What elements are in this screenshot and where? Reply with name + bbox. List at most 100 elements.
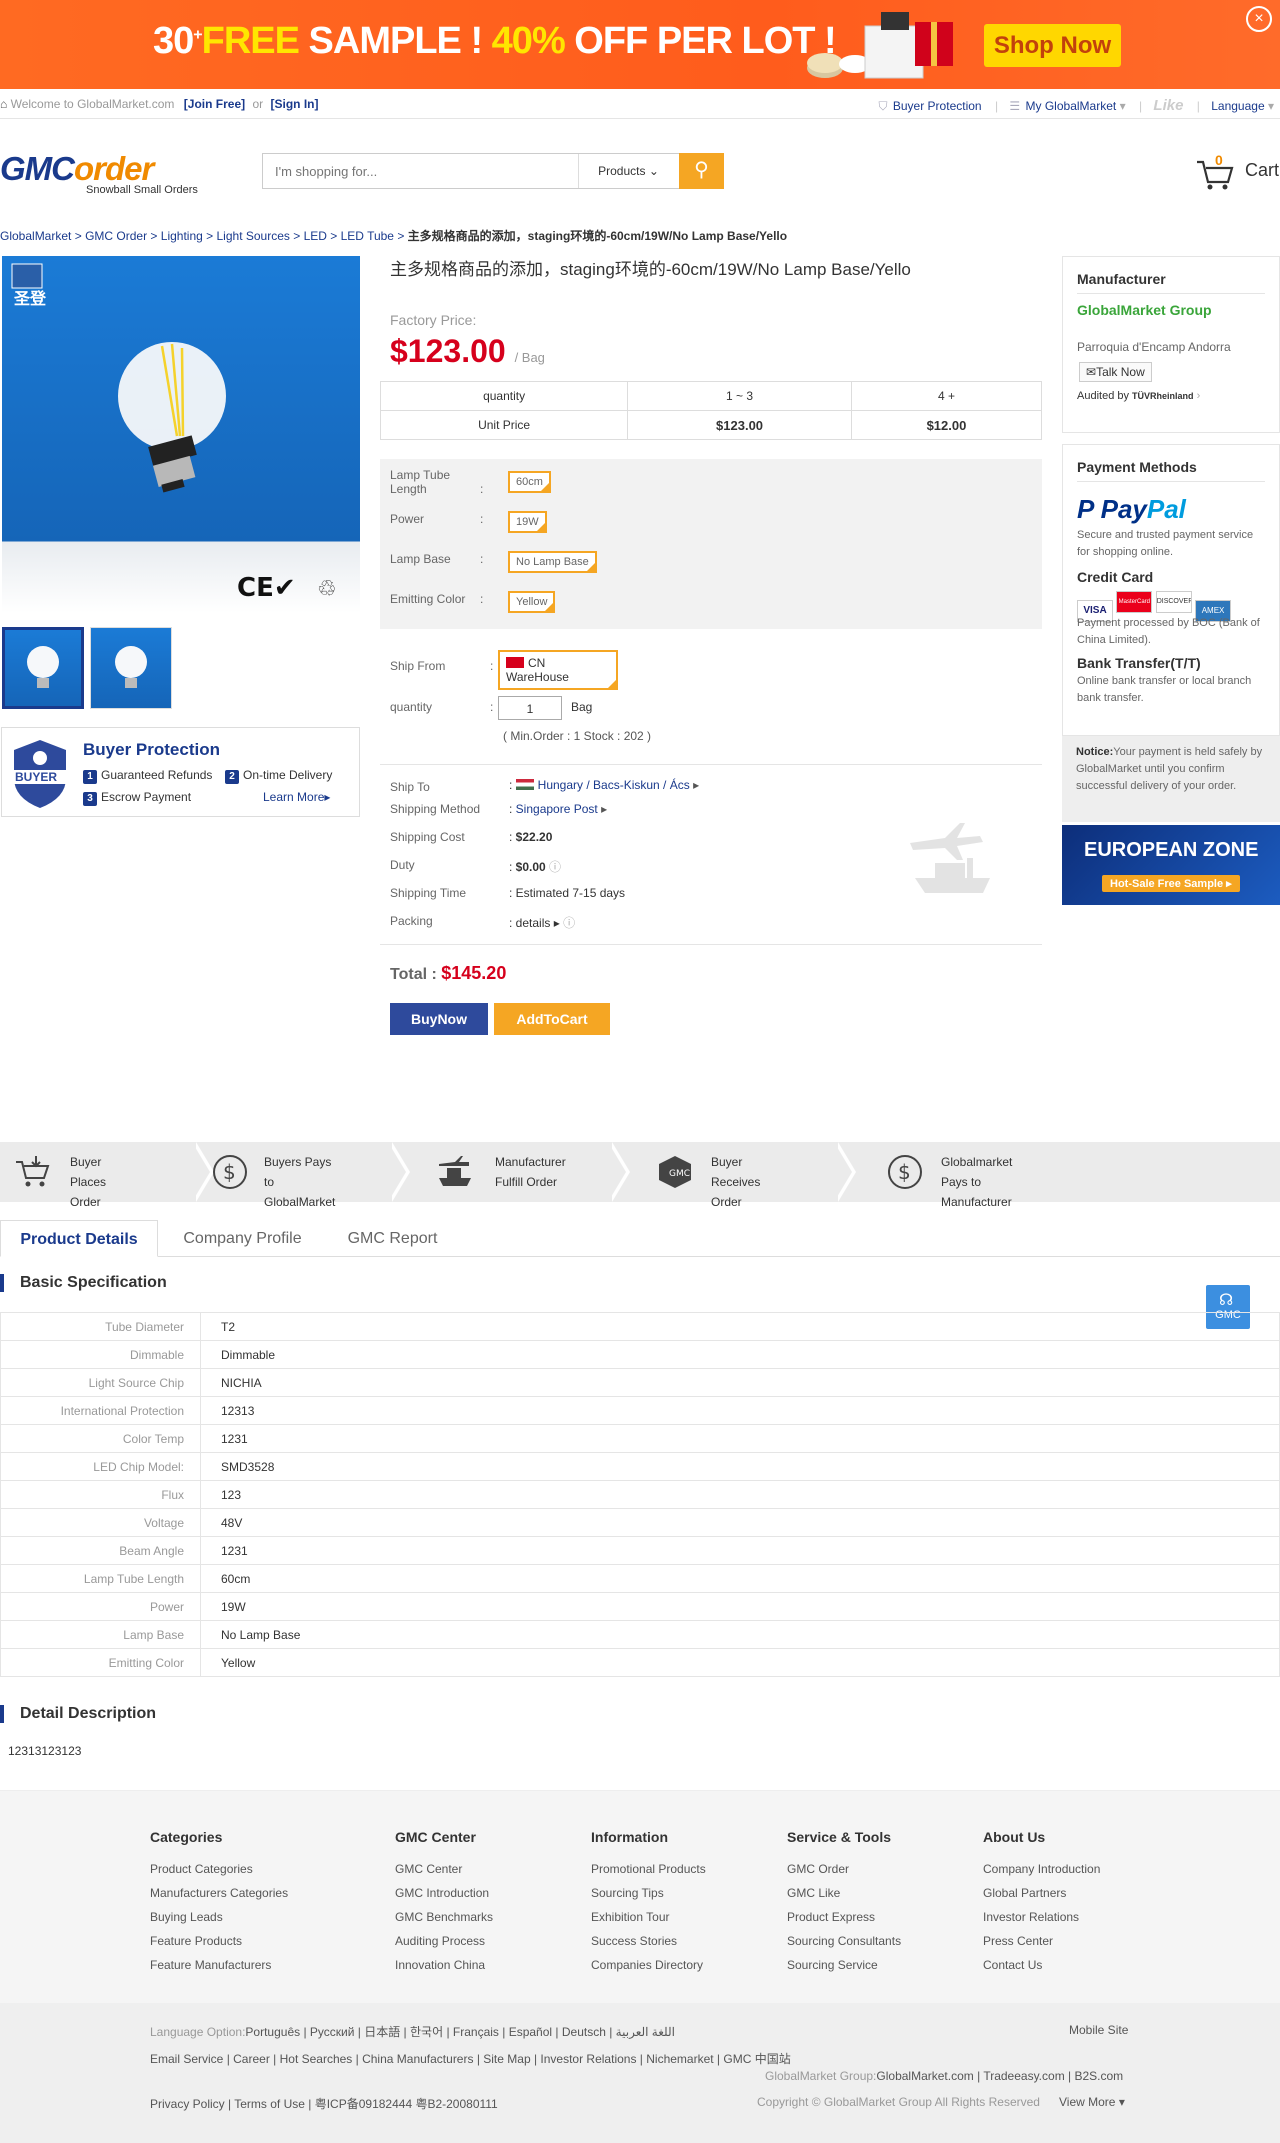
welcome-text: Welcome to GlobalMarket.com <box>10 97 175 111</box>
footer-link[interactable]: GMC Order <box>787 1857 901 1881</box>
group-links[interactable]: GlobalMarket Group:GlobalMarket.com | Tr… <box>765 2069 1123 2083</box>
top-bar: ⌂ Welcome to GlobalMarket.com [Join Free… <box>0 89 1280 119</box>
manufacturer-address: Parroquia d'Encamp Andorra <box>1077 340 1231 354</box>
close-banner-icon[interactable]: × <box>1246 6 1272 32</box>
search-input[interactable] <box>263 154 577 188</box>
protection-item: 3 Escrow Payment <box>83 790 191 806</box>
footer-link[interactable]: Product Express <box>787 1905 901 1929</box>
breadcrumb-link[interactable]: Light Sources <box>217 229 290 243</box>
footer-link[interactable]: Promotional Products <box>591 1857 706 1881</box>
chat-icon: ✉ <box>1086 365 1097 379</box>
add-to-cart-button[interactable]: AddToCart <box>494 1003 610 1035</box>
language-menu[interactable]: Language <box>1211 99 1264 113</box>
footer-link[interactable]: Investor Relations <box>983 1905 1100 1929</box>
footer-link[interactable]: Company Introduction <box>983 1857 1100 1881</box>
footer-link[interactable]: Press Center <box>983 1929 1100 1953</box>
promo-banner[interactable]: 30+FREE SAMPLE ! 40% OFF PER LOT ! Shop … <box>0 0 1280 89</box>
european-zone-banner[interactable]: EUROPEAN ZONE Hot-Sale Free Sample ▸ <box>1062 825 1280 905</box>
breadcrumb-link[interactable]: LED <box>304 229 327 243</box>
table-row: Emitting Color Yellow <box>0 1648 1280 1677</box>
shipping-method-select[interactable]: : Singapore Post ▸ <box>509 802 607 816</box>
view-more-link[interactable]: View More ▾ <box>1059 2095 1125 2109</box>
policy-links[interactable]: Privacy Policy | Terms of Use | 粤ICP备091… <box>150 2095 498 2112</box>
footer-link[interactable]: Innovation China <box>395 1953 493 1977</box>
product-thumbnail[interactable] <box>2 627 84 709</box>
footer-col-information: Information Promotional Products Sourcin… <box>591 1829 706 1977</box>
duty-label: Duty <box>390 858 415 872</box>
tab-gmc-report[interactable]: GMC Report <box>330 1220 455 1257</box>
ship-from-option[interactable]: CN WareHouse <box>498 650 618 690</box>
footer-link[interactable]: Success Stories <box>591 1929 706 1953</box>
gmc-order-logo[interactable]: GMCorder Snowball Small Orders <box>0 150 210 200</box>
chevron-down-icon: ▾ <box>1118 2095 1125 2109</box>
footer-link[interactable]: GMC Like <box>787 1881 901 1905</box>
footer-link[interactable]: GMC Center <box>395 1857 493 1881</box>
footer-link[interactable]: Buying Leads <box>150 1905 288 1929</box>
sign-in-link[interactable]: [Sign In] <box>270 97 318 111</box>
divider <box>380 944 1042 945</box>
main-product-image[interactable]: 圣登 CE✔ ♲ <box>2 256 360 613</box>
my-globalmarket-menu[interactable]: My GlobalMarket <box>1026 99 1117 113</box>
search-button[interactable]: ⚲ <box>679 153 724 189</box>
search-icon: ⚲ <box>694 159 709 181</box>
dollar-icon: $ <box>213 1155 247 1189</box>
option-lamp-tube-length[interactable]: 60cm <box>508 471 551 493</box>
buy-now-button[interactable]: BuyNow <box>390 1003 488 1035</box>
table-row: International Protection 12313 <box>0 1396 1280 1425</box>
like-icon[interactable]: Like <box>1153 97 1183 114</box>
home-icon[interactable]: ⌂ <box>0 97 7 111</box>
breadcrumb-link[interactable]: LED Tube <box>341 229 394 243</box>
table-row: Voltage 48V <box>0 1508 1280 1537</box>
quantity-input[interactable]: 1 <box>498 696 562 720</box>
shop-now-button[interactable]: Shop Now <box>984 24 1121 67</box>
ship-to-select[interactable]: : Hungary / Bacs-Kiskun / Ács ▸ <box>509 778 699 792</box>
breadcrumb-link[interactable]: Lighting <box>161 229 203 243</box>
shipping-method-label: Shipping Method <box>390 802 481 816</box>
option-power[interactable]: 19W <box>508 511 547 533</box>
language-options[interactable]: Language Option:Português | Русский | 日本… <box>150 2023 675 2040</box>
learn-more-link[interactable]: Learn More▸ <box>263 790 330 804</box>
footer-link[interactable]: Auditing Process <box>395 1929 493 1953</box>
manufacturer-box: Manufacturer GlobalMarket Group Parroqui… <box>1062 256 1280 433</box>
footer-link[interactable]: Sourcing Consultants <box>787 1929 901 1953</box>
footer-link[interactable]: Sourcing Service <box>787 1953 901 1977</box>
tab-product-details[interactable]: Product Details <box>0 1220 158 1257</box>
tier-price: $123.00 <box>627 410 852 440</box>
footer-link[interactable]: Exhibition Tour <box>591 1905 706 1929</box>
packing-details-link[interactable]: : details ▸ ⓘ <box>509 914 575 931</box>
option-emitting-color[interactable]: Yellow <box>508 591 556 613</box>
cart-button[interactable]: 0 Cart <box>1195 152 1280 192</box>
footer-link[interactable]: GMC Benchmarks <box>395 1905 493 1929</box>
footer-link[interactable]: Manufacturers Categories <box>150 1881 288 1905</box>
breadcrumb-link[interactable]: GlobalMarket <box>0 229 71 243</box>
manufacturer-name[interactable]: GlobalMarket Group <box>1077 302 1279 318</box>
footer-link[interactable]: GMC Introduction <box>395 1881 493 1905</box>
chevron-down-icon: ⌄ <box>648 164 659 178</box>
buyer-protection-link[interactable]: Buyer Protection <box>893 99 982 113</box>
mobile-site-link[interactable]: Mobile Site <box>1069 2023 1128 2037</box>
footer-link[interactable]: Product Categories <box>150 1857 288 1881</box>
search-category-select[interactable]: Products ⌄ <box>578 154 678 188</box>
footer-link[interactable]: Contact Us <box>983 1953 1100 1977</box>
footer-link[interactable]: Feature Products <box>150 1929 288 1953</box>
china-flag-icon <box>506 657 524 668</box>
breadcrumb-link[interactable]: GMC Order <box>85 229 147 243</box>
or-text: or <box>252 97 264 111</box>
product-title: 主多规格商品的添加，staging环境的-60cm/19W/No Lamp Ba… <box>390 260 911 279</box>
option-lamp-base[interactable]: No Lamp Base <box>508 551 597 573</box>
quantity-unit: Bag <box>571 700 593 714</box>
quantity-label: quantity <box>390 700 433 714</box>
footer-link[interactable]: Feature Manufacturers <box>150 1953 288 1977</box>
footer-links[interactable]: Email Service | Career | Hot Searches | … <box>150 2050 791 2067</box>
footer-col-categories: Categories Product Categories Manufactur… <box>150 1829 288 1977</box>
product-price: $123.00 / Bag <box>390 333 545 369</box>
footer-link[interactable]: Sourcing Tips <box>591 1881 706 1905</box>
help-icon[interactable]: ⓘ <box>549 860 561 874</box>
footer-link[interactable]: Global Partners <box>983 1881 1100 1905</box>
cart-label: Cart <box>1245 160 1280 180</box>
tab-company-profile[interactable]: Company Profile <box>165 1220 320 1257</box>
talk-now-button[interactable]: ✉Talk Now <box>1079 362 1152 382</box>
product-thumbnail[interactable] <box>90 627 172 709</box>
footer-link[interactable]: Companies Directory <box>591 1953 706 1977</box>
join-free-link[interactable]: [Join Free] <box>184 97 245 111</box>
